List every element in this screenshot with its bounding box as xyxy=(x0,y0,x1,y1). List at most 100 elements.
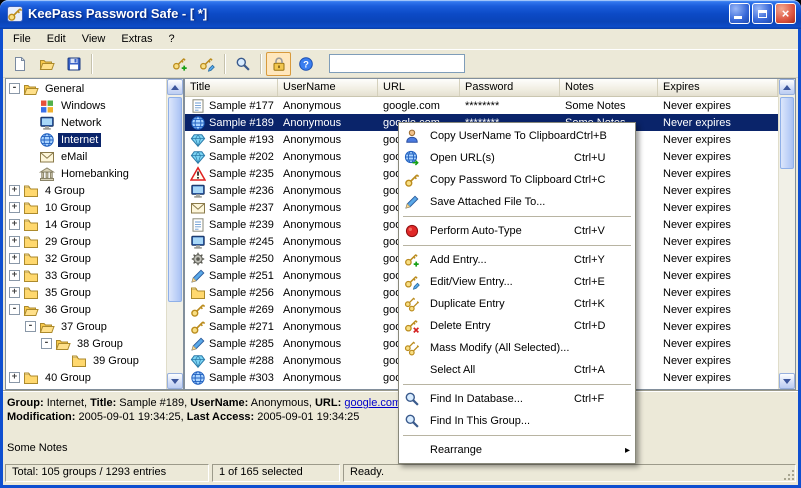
info-label: UserName: xyxy=(190,397,249,409)
menu-item-shortcut: Ctrl+K xyxy=(574,298,605,310)
tree-expander[interactable]: + xyxy=(9,287,20,298)
tree-scroll-thumb[interactable] xyxy=(168,97,182,302)
tree-expander[interactable]: + xyxy=(9,219,20,230)
edit-entry-button[interactable] xyxy=(194,52,219,76)
list-scroll-down-button[interactable] xyxy=(779,373,795,389)
table-row[interactable]: Sample #177 Anonymous google.com ******** So… xyxy=(185,97,778,114)
keepass-window: KeePass Password Safe - [ *] × File Edit V… xyxy=(0,0,801,488)
open-database-button[interactable] xyxy=(34,52,59,76)
find-in-database-button[interactable] xyxy=(230,52,255,76)
tree-item-network[interactable]: Network xyxy=(6,114,166,131)
tree-item-label: Windows xyxy=(61,99,106,112)
tree-scroll-up-button[interactable] xyxy=(167,79,183,95)
tree-expander[interactable]: + xyxy=(9,372,20,383)
context-menu-item-copy-password-to-clipboard[interactable]: Copy Password To Clipboard Ctrl+C xyxy=(401,169,633,191)
context-menu-item-duplicate-entry[interactable]: Duplicate Entry Ctrl+K xyxy=(401,293,633,315)
menubar-item-view[interactable]: View xyxy=(74,30,114,48)
context-menu-item-find-in-database[interactable]: Find In Database... Ctrl+F xyxy=(401,388,633,410)
tree-item-40-group[interactable]: +40 Group xyxy=(6,369,166,386)
tree-item-label: 10 Group xyxy=(45,201,91,214)
tree-item-general[interactable]: - General xyxy=(6,80,166,97)
add-entry-icon xyxy=(172,56,188,72)
cell-expires: Never expires xyxy=(663,150,731,163)
tree-item-39-group[interactable]: 39 Group xyxy=(6,352,166,369)
context-menu-item-mass-modify-all-selected[interactable]: Mass Modify (All Selected)... xyxy=(401,337,633,359)
menubar-item-edit[interactable]: Edit xyxy=(39,30,74,48)
column-header-password[interactable]: Password xyxy=(460,79,560,96)
tree-item-10-group[interactable]: +10 Group xyxy=(6,199,166,216)
close-button[interactable]: × xyxy=(775,3,796,24)
context-menu-item-rearrange[interactable]: Rearrange ▸ xyxy=(401,439,633,461)
tree-item-35-group[interactable]: +35 Group xyxy=(6,284,166,301)
tree-expander[interactable]: + xyxy=(9,185,20,196)
save-database-button[interactable] xyxy=(61,52,86,76)
context-menu-item-edit-view-entry[interactable]: Edit/View Entry... Ctrl+E xyxy=(401,271,633,293)
context-menu-item-select-all[interactable]: Select All Ctrl+A xyxy=(401,359,633,381)
tree-item-label: 4 Group xyxy=(45,184,85,197)
tree-expander[interactable]: + xyxy=(9,253,20,264)
tree-item-37-group[interactable]: - 37 Group xyxy=(6,318,166,335)
tree-expander[interactable]: + xyxy=(9,236,20,247)
cell-username: Anonymous xyxy=(283,133,342,146)
quick-search-input[interactable] xyxy=(329,54,465,73)
folder-icon xyxy=(71,353,87,369)
context-menu-item-add-entry[interactable]: Add Entry... Ctrl+Y xyxy=(401,249,633,271)
tree-item-homebanking[interactable]: Homebanking xyxy=(6,165,166,182)
tree-item-36-group[interactable]: - 36 Group xyxy=(6,301,166,318)
minimize-button[interactable] xyxy=(729,3,750,24)
menubar-item-file[interactable]: File xyxy=(5,30,39,48)
context-menu-item-find-in-this-group[interactable]: Find In This Group... xyxy=(401,410,633,432)
resize-grip[interactable] xyxy=(784,470,794,480)
context-menu-item-open-url-s[interactable]: Open URL(s) Ctrl+U xyxy=(401,147,633,169)
cell-expires: Never expires xyxy=(663,201,731,214)
tree-item-33-group[interactable]: +33 Group xyxy=(6,267,166,284)
help-contents-icon xyxy=(298,56,314,72)
tree-item-29-group[interactable]: +29 Group xyxy=(6,233,166,250)
tree-expander[interactable]: - xyxy=(25,321,36,332)
tree-expander[interactable]: + xyxy=(9,270,20,281)
tree-expander[interactable]: - xyxy=(41,338,52,349)
context-menu-item-perform-auto-type[interactable]: Perform Auto-Type Ctrl+V xyxy=(401,220,633,242)
maximize-button[interactable] xyxy=(752,3,773,24)
tree-expander[interactable]: + xyxy=(9,202,20,213)
lock-workspace-button[interactable] xyxy=(266,51,291,76)
tree-expander[interactable]: - xyxy=(9,83,20,94)
context-menu-item-copy-username-to-clipboard[interactable]: Copy UserName To Clipboard Ctrl+B xyxy=(401,125,633,147)
tree-item-4-group[interactable]: +4 Group xyxy=(6,182,166,199)
tree-scroll-down-button[interactable] xyxy=(167,373,183,389)
windows-icon xyxy=(39,98,55,114)
list-scroll-thumb[interactable] xyxy=(780,97,794,169)
find-in-database-icon xyxy=(404,391,422,407)
tree-item-windows[interactable]: Windows xyxy=(6,97,166,114)
tree-item-internet[interactable]: Internet xyxy=(6,131,166,148)
tree-expander[interactable]: - xyxy=(9,304,20,315)
menubar-item-help[interactable]: ? xyxy=(161,30,183,48)
entry-list-scrollbar[interactable] xyxy=(778,79,795,389)
tree-item-32-group[interactable]: +32 Group xyxy=(6,250,166,267)
column-header-url[interactable]: URL xyxy=(378,79,460,96)
add-entry-button[interactable] xyxy=(167,52,192,76)
toolbar-separator xyxy=(91,53,92,74)
context-menu-item-save-attached-file-to[interactable]: Save Attached File To... xyxy=(401,191,633,213)
new-database-button[interactable] xyxy=(7,52,32,76)
info-url-link[interactable]: google.com xyxy=(344,397,401,409)
tree-item-label: 35 Group xyxy=(45,286,91,299)
column-header-username[interactable]: UserName xyxy=(278,79,378,96)
column-header-notes[interactable]: Notes xyxy=(560,79,658,96)
folder-icon xyxy=(23,183,39,199)
cell-title: Sample #303 xyxy=(185,369,278,386)
titlebar[interactable]: KeePass Password Safe - [ *] × xyxy=(0,0,801,29)
menu-separator xyxy=(403,384,631,385)
tree-scrollbar[interactable] xyxy=(166,79,183,389)
tree-item-email[interactable]: eMail xyxy=(6,148,166,165)
tree-item-38-group[interactable]: - 38 Group xyxy=(6,335,166,352)
tree-item-label: 14 Group xyxy=(45,218,91,231)
menubar-item-extras[interactable]: Extras xyxy=(113,30,160,48)
tree-item-14-group[interactable]: +14 Group xyxy=(6,216,166,233)
globe-icon xyxy=(39,132,55,148)
column-header-expires[interactable]: Expires xyxy=(658,79,778,96)
context-menu-item-delete-entry[interactable]: Delete Entry Ctrl+D xyxy=(401,315,633,337)
column-header-title[interactable]: Title xyxy=(185,79,278,96)
list-scroll-up-button[interactable] xyxy=(779,79,795,95)
help-contents-button[interactable] xyxy=(293,52,318,76)
